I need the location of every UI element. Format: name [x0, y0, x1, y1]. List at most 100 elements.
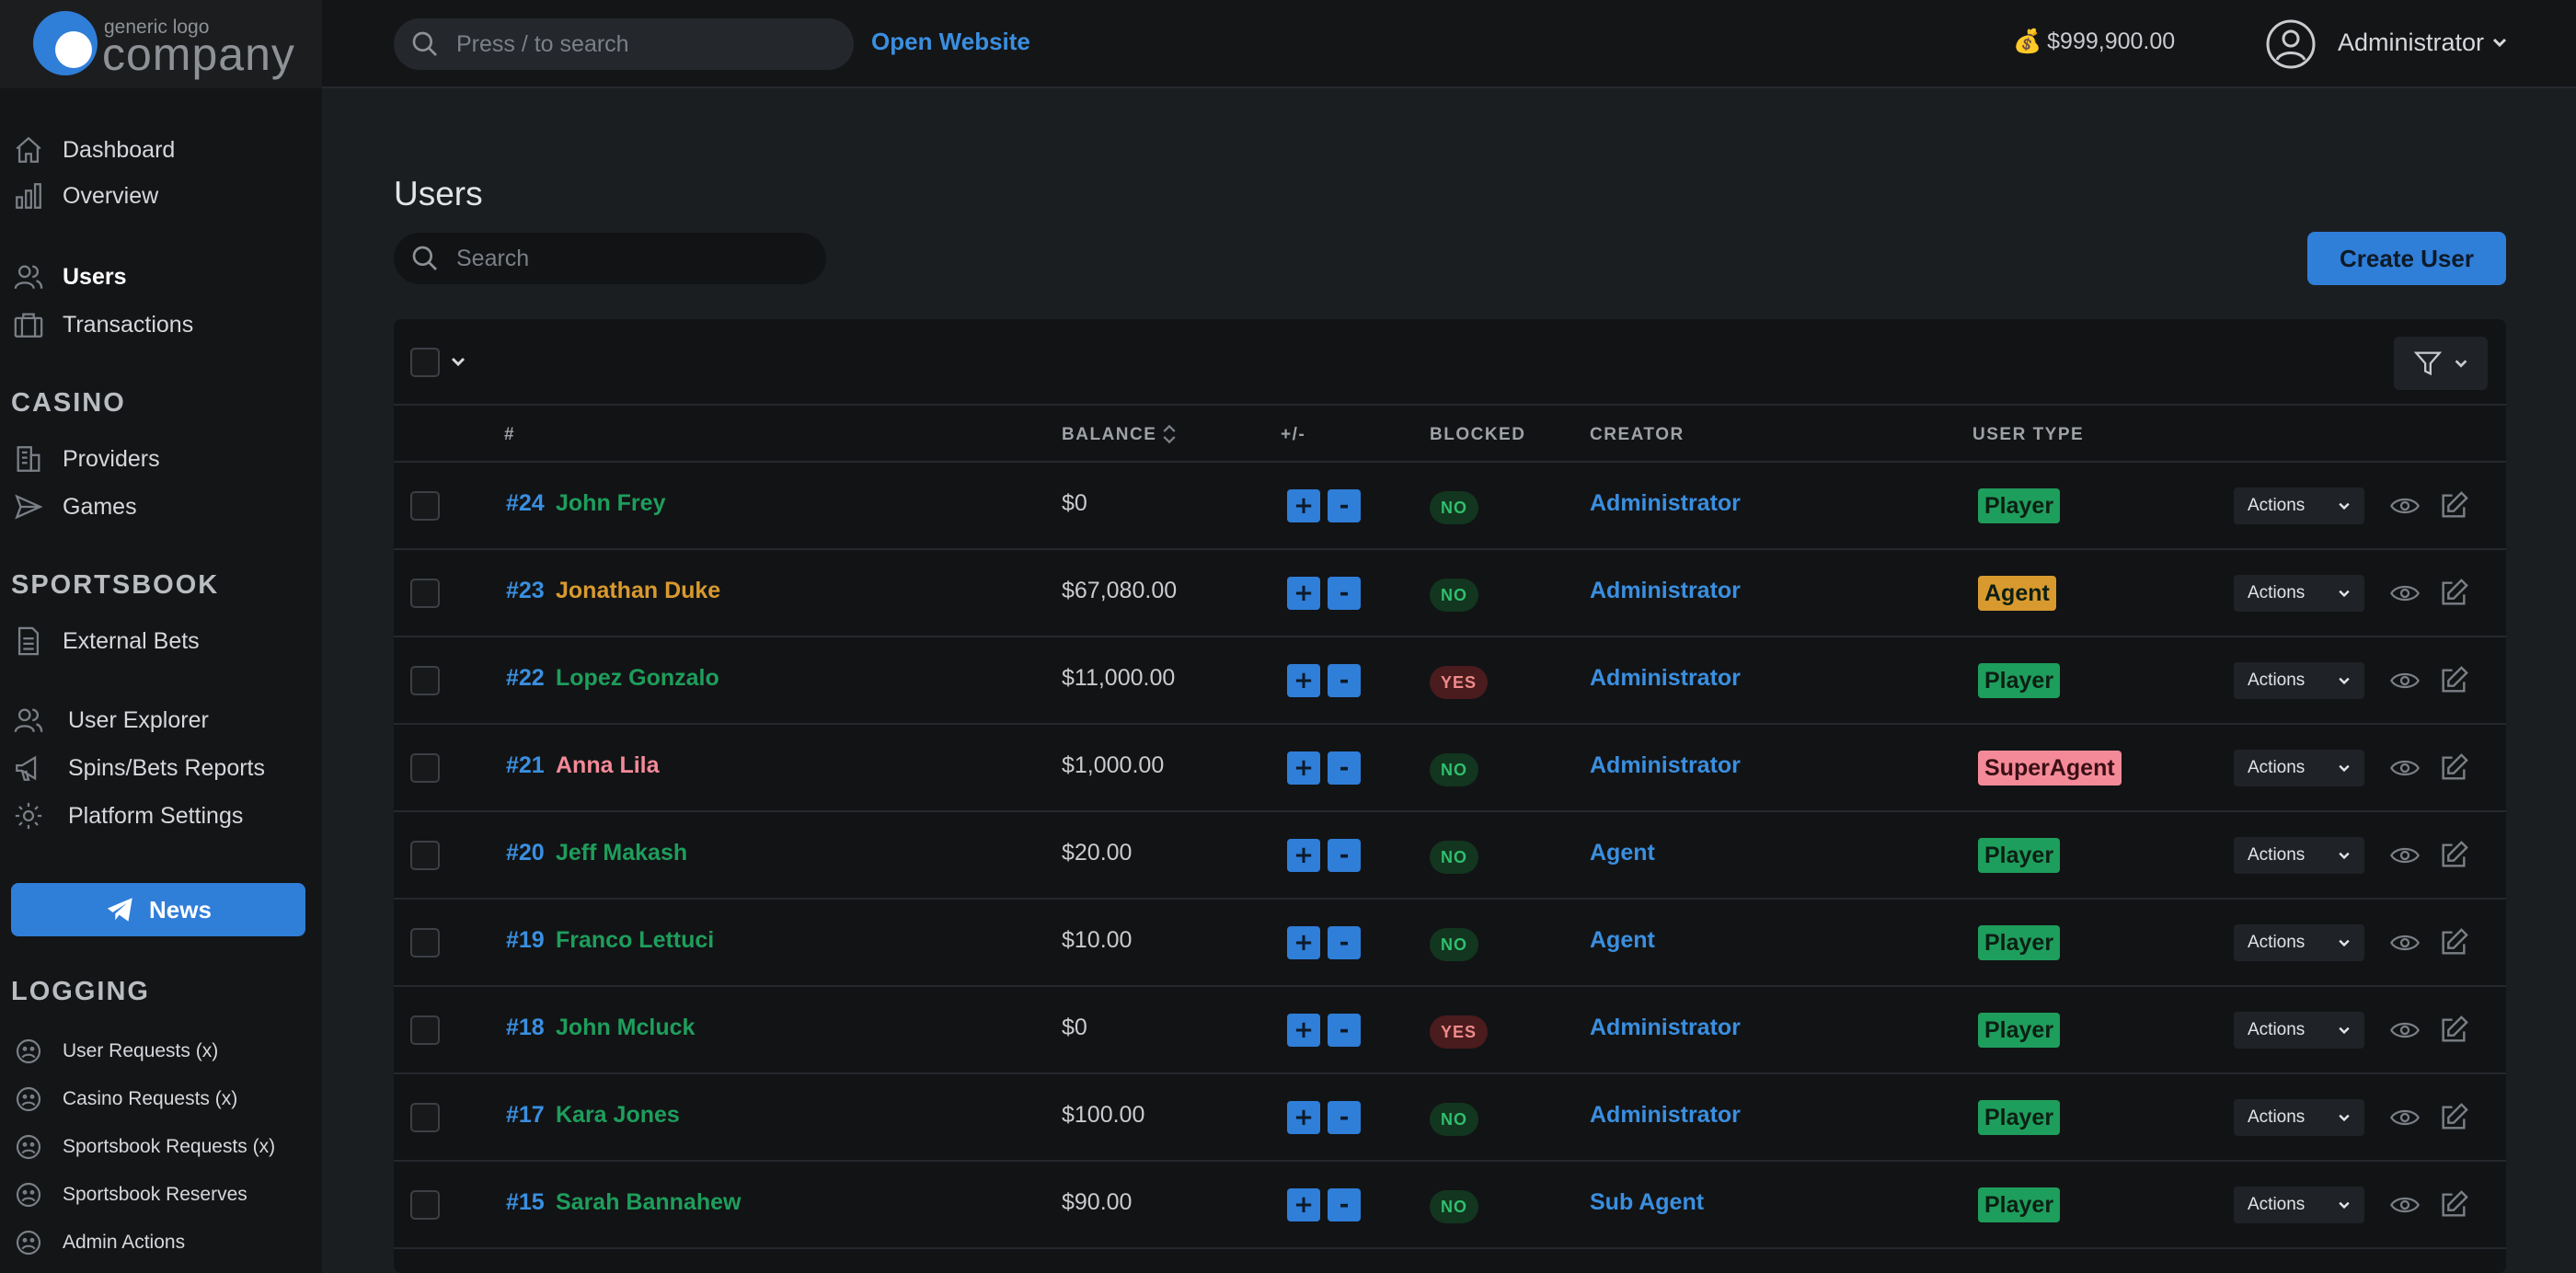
edit-icon[interactable] [2438, 665, 2469, 701]
row-checkbox[interactable] [410, 1190, 440, 1220]
edit-icon[interactable] [2438, 578, 2469, 614]
user-id-link[interactable]: #18 [506, 1015, 545, 1041]
global-search-input[interactable] [456, 18, 843, 70]
subtract-balance-button[interactable]: - [1328, 1188, 1361, 1221]
creator-link[interactable]: Administrator [1590, 665, 1741, 692]
actions-dropdown[interactable]: Actions [2234, 487, 2364, 524]
row-checkbox[interactable] [410, 666, 440, 695]
edit-icon[interactable] [2438, 752, 2469, 788]
view-eye-icon[interactable] [2388, 1015, 2421, 1049]
sidebar-item-overview[interactable]: Overview [11, 175, 315, 217]
sidebar-item-user-explorer[interactable]: User Explorer [11, 699, 315, 741]
user-name-link[interactable]: Anna Lila [556, 752, 660, 779]
sidebar-item-spins-bets-reports[interactable]: Spins/Bets Reports [11, 747, 315, 789]
column-header-id[interactable]: # [504, 425, 515, 445]
subtract-balance-button[interactable]: - [1328, 1101, 1361, 1134]
actions-dropdown[interactable]: Actions [2234, 662, 2364, 699]
filter-button[interactable] [2394, 337, 2488, 390]
global-search[interactable] [394, 18, 854, 70]
sidebar-item-transactions[interactable]: Transactions [11, 304, 315, 346]
column-header-user-type[interactable]: USER TYPE [1972, 425, 2084, 445]
subtract-balance-button[interactable]: - [1328, 664, 1361, 697]
users-search[interactable] [394, 233, 826, 284]
chevron-down-icon[interactable] [449, 352, 467, 375]
user-avatar-icon[interactable] [2265, 18, 2317, 75]
view-eye-icon[interactable] [2388, 491, 2421, 525]
actions-dropdown[interactable]: Actions [2234, 1187, 2364, 1223]
user-id-link[interactable]: #19 [506, 927, 545, 954]
users-search-input[interactable] [456, 233, 815, 284]
user-name-link[interactable]: Sarah Bannahew [556, 1189, 741, 1216]
user-id-link[interactable]: #21 [506, 752, 545, 779]
sidebar-item-external-bets[interactable]: External Bets [11, 620, 315, 662]
add-balance-button[interactable]: + [1287, 1188, 1320, 1221]
actions-dropdown[interactable]: Actions [2234, 924, 2364, 961]
creator-link[interactable]: Sub Agent [1590, 1189, 1704, 1216]
subtract-balance-button[interactable]: - [1328, 577, 1361, 610]
subtract-balance-button[interactable]: - [1328, 1014, 1361, 1047]
actions-dropdown[interactable]: Actions [2234, 1099, 2364, 1136]
row-checkbox[interactable] [410, 928, 440, 958]
add-balance-button[interactable]: + [1287, 751, 1320, 785]
subtract-balance-button[interactable]: - [1328, 489, 1361, 522]
sidebar-item-providers[interactable]: Providers [11, 438, 315, 480]
creator-link[interactable]: Administrator [1590, 1015, 1741, 1041]
sidebar-item-dashboard[interactable]: Dashboard [11, 129, 315, 171]
user-name-link[interactable]: John Mcluck [556, 1015, 695, 1041]
sidebar-item-sportsbook-requests[interactable]: Sportsbook Requests (x) [11, 1126, 315, 1168]
create-user-button[interactable]: Create User [2307, 232, 2506, 285]
view-eye-icon[interactable] [2388, 928, 2421, 962]
view-eye-icon[interactable] [2388, 1190, 2421, 1224]
user-name-link[interactable]: Lopez Gonzalo [556, 665, 719, 692]
column-header-creator[interactable]: CREATOR [1590, 425, 1685, 445]
add-balance-button[interactable]: + [1287, 577, 1320, 610]
user-id-link[interactable]: #17 [506, 1102, 545, 1129]
add-balance-button[interactable]: + [1287, 1014, 1320, 1047]
news-button[interactable]: News [11, 883, 305, 936]
sidebar-item-users[interactable]: Users [11, 256, 315, 298]
view-eye-icon[interactable] [2388, 1103, 2421, 1137]
sort-icon[interactable] [1161, 422, 1178, 451]
sidebar-item-sportsbook-reserves[interactable]: Sportsbook Reserves [11, 1174, 315, 1216]
row-checkbox[interactable] [410, 491, 440, 521]
user-name-link[interactable]: Kara Jones [556, 1102, 680, 1129]
view-eye-icon[interactable] [2388, 841, 2421, 875]
edit-icon[interactable] [2438, 840, 2469, 876]
edit-icon[interactable] [2438, 1015, 2469, 1050]
add-balance-button[interactable]: + [1287, 489, 1320, 522]
add-balance-button[interactable]: + [1287, 926, 1320, 959]
creator-link[interactable]: Administrator [1590, 490, 1741, 517]
user-name-link[interactable]: John Frey [556, 490, 665, 517]
user-name-link[interactable]: Franco Lettuci [556, 927, 714, 954]
row-checkbox[interactable] [410, 579, 440, 608]
subtract-balance-button[interactable]: - [1328, 751, 1361, 785]
user-name-link[interactable]: Jeff Makash [556, 840, 687, 866]
view-eye-icon[interactable] [2388, 666, 2421, 700]
edit-icon[interactable] [2438, 1102, 2469, 1138]
actions-dropdown[interactable]: Actions [2234, 575, 2364, 612]
user-name-link[interactable]: Jonathan Duke [556, 578, 720, 604]
user-id-link[interactable]: #22 [506, 665, 545, 692]
brand-logo[interactable]: generic logo company [0, 0, 322, 88]
sidebar-item-casino-requests[interactable]: Casino Requests (x) [11, 1078, 315, 1120]
creator-link[interactable]: Agent [1590, 927, 1655, 954]
view-eye-icon[interactable] [2388, 579, 2421, 613]
user-menu-name[interactable]: Administrator [2338, 29, 2484, 57]
actions-dropdown[interactable]: Actions [2234, 750, 2364, 786]
user-id-link[interactable]: #24 [506, 490, 545, 517]
creator-link[interactable]: Administrator [1590, 1102, 1741, 1129]
select-all-checkbox[interactable] [410, 348, 440, 377]
row-checkbox[interactable] [410, 1015, 440, 1045]
row-checkbox[interactable] [410, 841, 440, 870]
row-checkbox[interactable] [410, 753, 440, 783]
sidebar-item-user-requests[interactable]: User Requests (x) [11, 1030, 315, 1072]
sidebar-item-platform-settings[interactable]: Platform Settings [11, 795, 315, 837]
add-balance-button[interactable]: + [1287, 1101, 1320, 1134]
subtract-balance-button[interactable]: - [1328, 839, 1361, 872]
actions-dropdown[interactable]: Actions [2234, 837, 2364, 874]
column-header-blocked[interactable]: BLOCKED [1430, 425, 1525, 445]
creator-link[interactable]: Administrator [1590, 752, 1741, 779]
user-id-link[interactable]: #23 [506, 578, 545, 604]
user-id-link[interactable]: #20 [506, 840, 545, 866]
creator-link[interactable]: Administrator [1590, 578, 1741, 604]
